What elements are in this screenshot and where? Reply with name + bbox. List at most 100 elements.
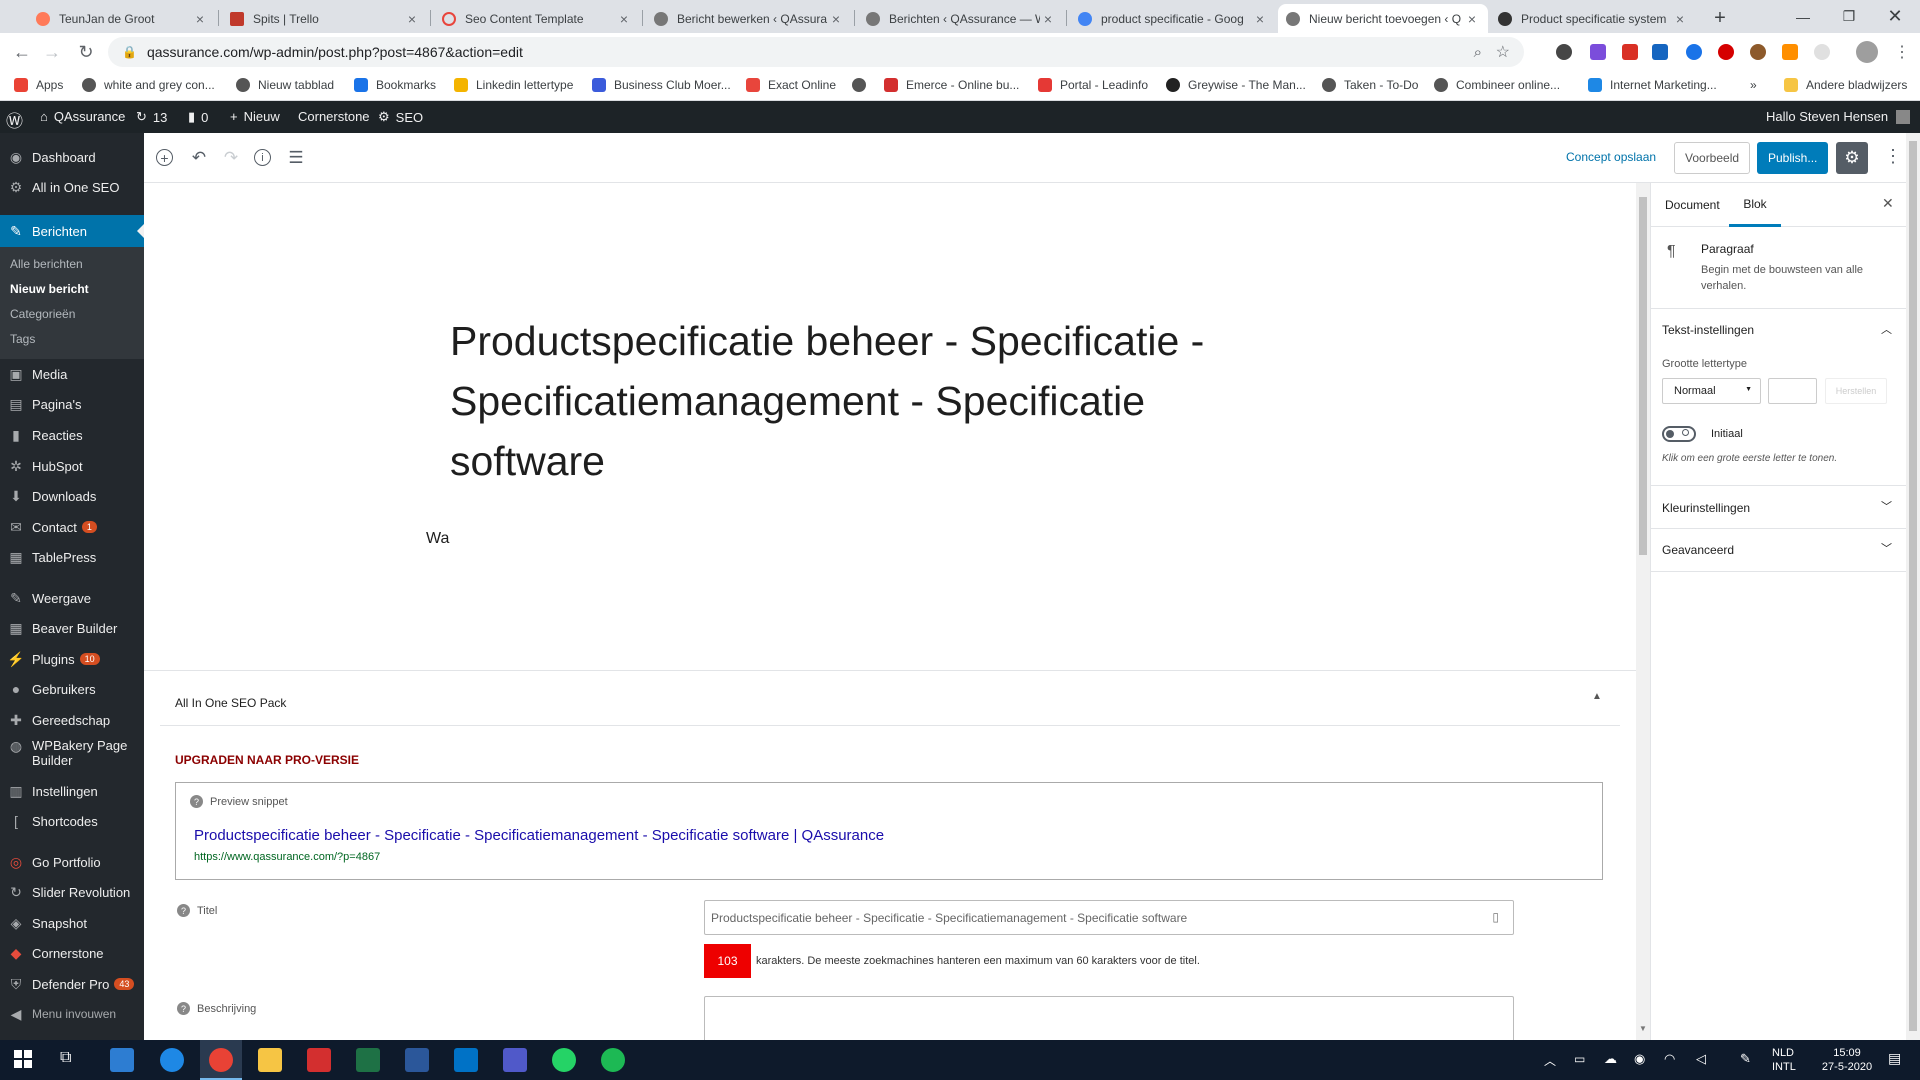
acrobat-icon[interactable]: [307, 1048, 331, 1072]
publish-button[interactable]: Publish...: [1757, 142, 1829, 174]
store-icon[interactable]: [110, 1048, 134, 1072]
close-icon[interactable]: ×: [192, 11, 208, 27]
close-icon[interactable]: ×: [616, 11, 632, 27]
close-icon[interactable]: ✕: [1882, 195, 1894, 212]
help-icon[interactable]: ?: [190, 795, 203, 808]
sidebar-collapse[interactable]: ◀ Menu invouwen: [0, 1000, 144, 1028]
upgrade-link[interactable]: UPGRADEN NAAR PRO-VERSIE: [175, 753, 359, 767]
close-icon[interactable]: ×: [1252, 11, 1268, 27]
calendar-ext-icon[interactable]: [1622, 44, 1638, 60]
chrome-ext-icon[interactable]: [1686, 44, 1702, 60]
dropcap-toggle[interactable]: [1662, 426, 1696, 442]
sidebar-item-settings[interactable]: ▥ Instellingen: [0, 777, 144, 805]
bookmarks-overflow[interactable]: »: [1750, 78, 1757, 92]
pen-icon[interactable]: ✎: [1740, 1051, 1751, 1067]
submenu-all-posts[interactable]: Alle berichten: [10, 257, 83, 271]
bookmark-item[interactable]: Portal - Leadinfo: [1038, 78, 1148, 92]
shield-ext-icon[interactable]: [1718, 44, 1734, 60]
word-icon[interactable]: [405, 1048, 429, 1072]
sidebar-item-berichten[interactable]: ✎ Berichten: [0, 215, 144, 247]
scrollbar-thumb[interactable]: [1639, 197, 1647, 555]
seo-description-input[interactable]: [704, 996, 1514, 1041]
new-content-link[interactable]: + Nieuw: [230, 109, 280, 124]
bookmark-item[interactable]: Greywise - The Man...: [1166, 78, 1306, 92]
post-title[interactable]: Productspecificatie beheer - Specificati…: [450, 311, 1230, 491]
close-icon[interactable]: ×: [1672, 11, 1688, 27]
network-icon[interactable]: ◉: [1634, 1051, 1645, 1067]
advanced-header[interactable]: Geavanceerd ﹀: [1651, 529, 1907, 571]
windows-start-icon[interactable]: [14, 1050, 32, 1068]
forward-icon[interactable]: →: [40, 40, 64, 64]
close-icon[interactable]: ×: [404, 11, 420, 27]
wordpress-logo-icon[interactable]: Ⓦ: [6, 107, 23, 132]
bookmark-item[interactable]: Exact Online: [746, 78, 836, 92]
other-bookmarks[interactable]: Andere bladwijzers: [1784, 78, 1907, 92]
sidebar-item-defender[interactable]: ⛨ Defender Pro 43: [0, 970, 144, 998]
language-indicator[interactable]: NLD INTL: [1772, 1046, 1796, 1074]
sidebar-item-appearance[interactable]: ✎ Weergave: [0, 584, 144, 612]
seo-title-input[interactable]: Productspecificatie beheer - Specificati…: [704, 900, 1514, 935]
bookmark-item[interactable]: Bookmarks: [354, 78, 436, 92]
sidebar-item-hubspot[interactable]: ✲ HubSpot: [0, 452, 144, 480]
bookmark-item[interactable]: Combineer online...: [1434, 78, 1560, 92]
close-icon[interactable]: ×: [828, 11, 844, 27]
clipboard-icon[interactable]: ▯: [1492, 910, 1499, 924]
close-icon[interactable]: ×: [1464, 11, 1480, 27]
close-window-icon[interactable]: ✕: [1872, 0, 1918, 33]
sidebar-item-tools[interactable]: ✚ Gereedschap: [0, 706, 144, 734]
excel-icon[interactable]: [356, 1048, 380, 1072]
cloud-icon[interactable]: ☁: [1604, 1051, 1617, 1067]
site-name-link[interactable]: ⌂ QAssurance: [40, 109, 125, 124]
content-scrollbar[interactable]: ▼: [1636, 183, 1650, 1040]
teams-icon[interactable]: [503, 1048, 527, 1072]
star-icon[interactable]: ☆: [1496, 42, 1510, 62]
bookmark-item[interactable]: Taken - To-Do: [1322, 78, 1418, 92]
bookmark-item[interactable]: Business Club Moer...: [592, 78, 731, 92]
comments-link[interactable]: ▮ 0: [188, 109, 208, 125]
submenu-tags[interactable]: Tags: [10, 332, 35, 346]
help-icon[interactable]: ?: [177, 1002, 190, 1015]
submenu-new-post[interactable]: Nieuw bericht: [10, 282, 89, 296]
sidebar-item-plugins[interactable]: ⚡ Plugins 10: [0, 645, 144, 673]
sidebar-item-slider-revolution[interactable]: ↻ Slider Revolution: [0, 878, 144, 906]
wifi-icon[interactable]: ◠: [1664, 1051, 1675, 1067]
collapse-arrow-icon[interactable]: ▲: [1592, 691, 1602, 702]
save-draft-button[interactable]: Concept opslaan: [1566, 150, 1656, 164]
volume-icon[interactable]: ◁: [1696, 1051, 1706, 1067]
scroll-down-icon[interactable]: ▼: [1639, 1024, 1647, 1033]
bookmark-item[interactable]: Nieuw tabblad: [236, 78, 334, 92]
browser-tab[interactable]: Berichten ‹ QAssurance — W ×: [858, 4, 1064, 33]
close-icon[interactable]: ×: [1040, 11, 1056, 27]
sidebar-item-comments[interactable]: ▮ Reacties: [0, 421, 144, 449]
zoom-icon[interactable]: ⌕: [1474, 44, 1482, 61]
edge-icon[interactable]: [160, 1048, 184, 1072]
browser-tab[interactable]: Product specificatie system ×: [1490, 4, 1696, 33]
more-options-icon[interactable]: ⋮: [1884, 146, 1902, 167]
submenu-categories[interactable]: Categorieën: [10, 307, 75, 321]
browser-tab[interactable]: product specificatie - Goog ×: [1070, 4, 1276, 33]
tab-document[interactable]: Document: [1665, 198, 1720, 212]
sidebar-item-go-portfolio[interactable]: ◎ Go Portfolio: [0, 848, 144, 876]
browser-tab[interactable]: TeunJan de Groot ×: [28, 4, 216, 33]
page-scrollbar[interactable]: [1906, 133, 1920, 1040]
rss-ext-icon[interactable]: [1782, 44, 1798, 60]
sidebar-item-all-in-one-seo[interactable]: ⚙ All in One SEO: [0, 173, 144, 201]
tray-chevron-icon[interactable]: ︿: [1544, 1052, 1556, 1069]
sidebar-item-dashboard[interactable]: ◉ Dashboard: [0, 143, 144, 171]
paragraph-block[interactable]: Wa: [426, 530, 449, 548]
updates-link[interactable]: ↻ 13: [136, 109, 167, 125]
tab-block[interactable]: Blok: [1729, 183, 1781, 227]
explorer-icon[interactable]: [258, 1048, 282, 1072]
outlook-icon[interactable]: [454, 1048, 478, 1072]
spotify-icon[interactable]: [601, 1048, 625, 1072]
seo-link[interactable]: ⚙ SEO: [378, 109, 423, 125]
settings-gear-icon[interactable]: ⚙: [1836, 142, 1868, 174]
wordpress-ext-icon[interactable]: [1556, 44, 1572, 60]
outline-icon[interactable]: ☰: [286, 148, 306, 168]
color-settings-header[interactable]: Kleurinstellingen ﹀: [1651, 486, 1907, 528]
notification-icon[interactable]: ▤: [1888, 1050, 1901, 1067]
sidebar-item-snapshot[interactable]: ◈ Snapshot: [0, 909, 144, 937]
text-settings-header[interactable]: Tekst-instellingen ︿: [1651, 309, 1907, 341]
undo-icon[interactable]: ↶: [189, 148, 209, 168]
battery-icon[interactable]: ▭: [1574, 1052, 1585, 1066]
